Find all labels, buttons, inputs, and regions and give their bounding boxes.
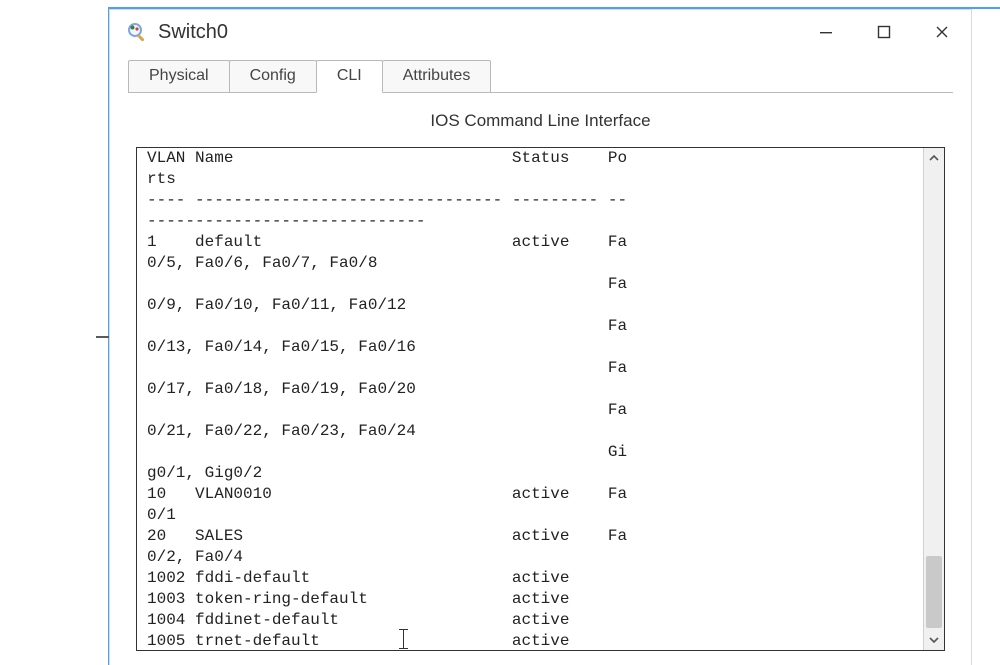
tab-label: Config <box>250 67 296 84</box>
tab-bar: Physical Config CLI Attributes <box>110 54 971 92</box>
window-title: Switch0 <box>158 21 228 44</box>
terminal-scrollbar[interactable] <box>923 148 944 650</box>
tab-label: Physical <box>149 67 209 84</box>
title-bar: Switch0 <box>110 10 971 54</box>
scroll-thumb[interactable] <box>926 556 942 628</box>
magnifier-icon <box>126 21 148 43</box>
scroll-track[interactable] <box>924 168 944 630</box>
cli-terminal[interactable]: VLAN Name Status Po rts ---- -----------… <box>136 147 945 651</box>
tab-cli[interactable]: CLI <box>316 60 383 93</box>
scroll-down-button[interactable] <box>924 630 944 650</box>
tab-label: Attributes <box>403 67 471 84</box>
tab-physical[interactable]: Physical <box>128 60 230 92</box>
minimize-button[interactable] <box>797 10 855 54</box>
text-caret-icon <box>403 629 404 649</box>
ruler-tick <box>96 336 110 338</box>
maximize-button[interactable] <box>855 10 913 54</box>
panel-subtitle: IOS Command Line Interface <box>136 111 945 131</box>
close-button[interactable] <box>913 10 971 54</box>
tab-attributes[interactable]: Attributes <box>382 60 492 92</box>
tab-label: CLI <box>337 67 362 84</box>
scroll-up-button[interactable] <box>924 148 944 168</box>
window: Switch0 Physical Config CLI Attributes IOS … <box>109 9 972 665</box>
tab-config[interactable]: Config <box>229 60 317 92</box>
window-buttons <box>797 10 971 54</box>
